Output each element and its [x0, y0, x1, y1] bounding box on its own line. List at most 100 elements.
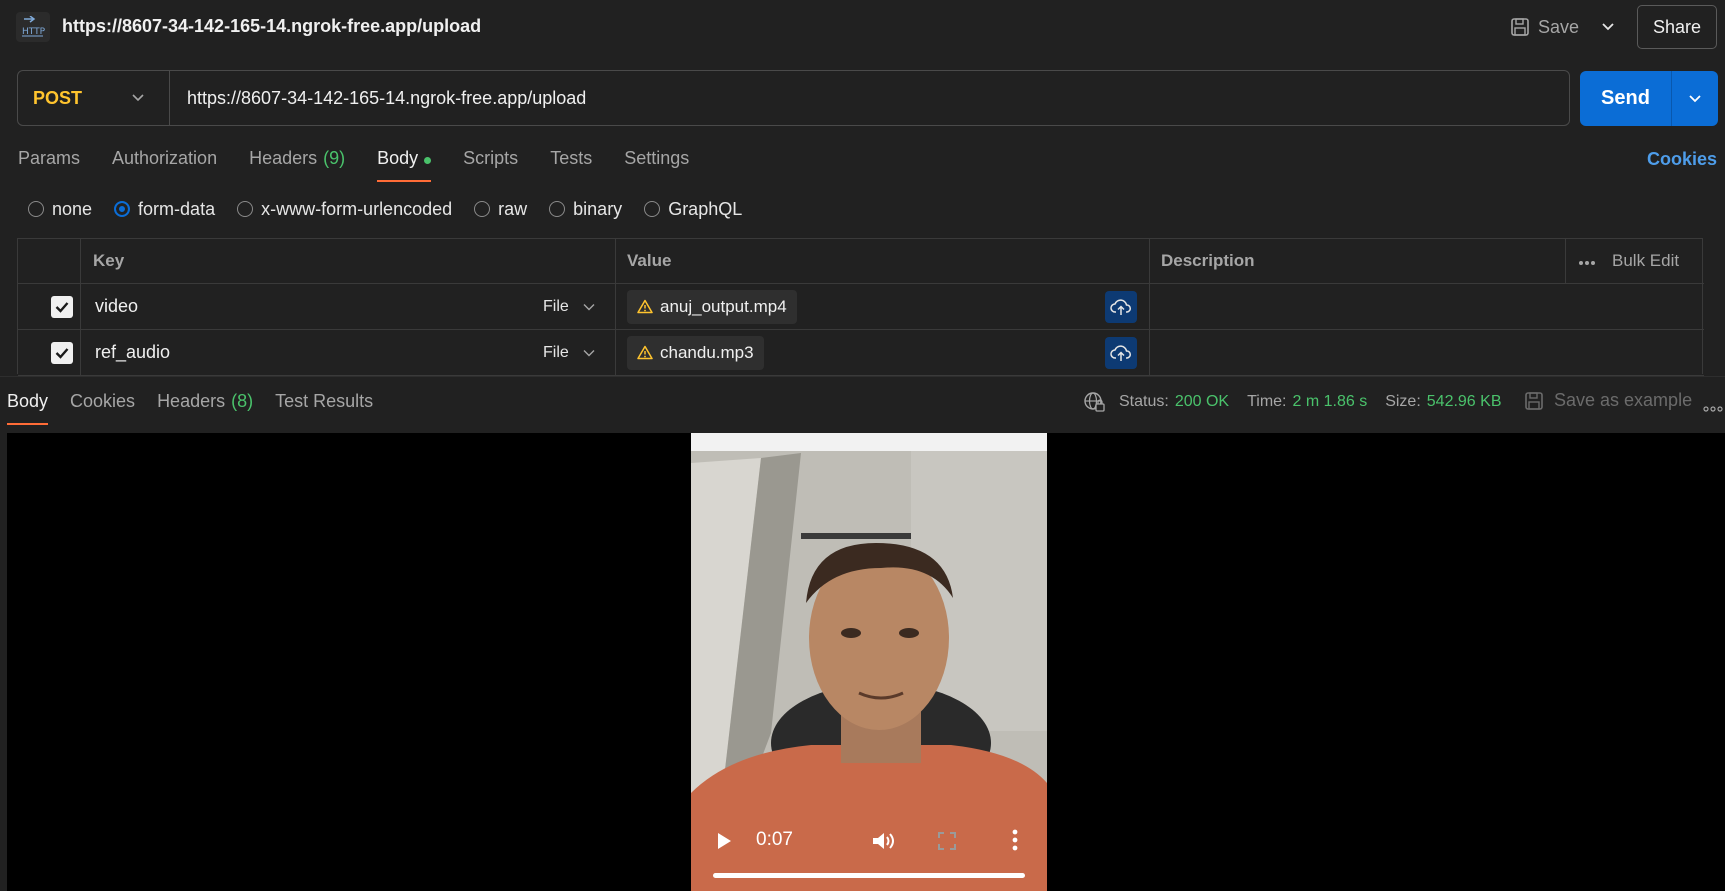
tab-headers[interactable]: Headers (9) [249, 148, 345, 182]
video-controls: 0:07 [691, 811, 1047, 891]
time-label: Time: [1247, 393, 1287, 410]
radio-label: binary [573, 198, 623, 219]
tab-scripts[interactable]: Scripts [463, 148, 518, 182]
tab-label: Settings [624, 148, 690, 168]
http-request-icon: HTTP [16, 12, 50, 42]
radio-raw[interactable]: raw [474, 199, 527, 220]
response-tab-body[interactable]: Body [7, 391, 49, 425]
checkmark-icon [55, 301, 69, 313]
tab-authorization[interactable]: Authorization [112, 148, 217, 182]
column-header-value: Value [627, 251, 672, 270]
request-tabs: Params Authorization Headers (9) Body Scr… [18, 148, 721, 182]
tab-label: Headers [249, 148, 318, 168]
tab-body[interactable]: Body [377, 148, 432, 182]
body-type-options: none form-data x-www-form-urlencoded raw… [28, 197, 764, 221]
video-time: 0:07 [756, 829, 793, 850]
save-icon [1511, 18, 1529, 36]
radio-none[interactable]: none [28, 199, 92, 220]
column-header-key: Key [93, 251, 125, 270]
chevron-down-icon [1602, 23, 1614, 31]
send-button[interactable]: Send [1580, 71, 1672, 126]
status-label: Status: [1119, 393, 1169, 410]
tab-params[interactable]: Params [18, 148, 80, 182]
response-tab-headers[interactable]: Headers (8) [157, 391, 253, 425]
tab-label: Tests [550, 148, 593, 168]
warning-icon [637, 345, 653, 360]
method-select[interactable]: POST [18, 71, 170, 125]
checkmark-icon [55, 347, 69, 359]
file-chip[interactable]: chandu.mp3 [627, 335, 764, 370]
tab-label: Body [7, 391, 49, 411]
value-field[interactable]: anuj_output.mp4 [627, 284, 797, 329]
tab-label: Cookies [70, 391, 136, 411]
save-button[interactable]: Save [1510, 12, 1579, 42]
radio-label: none [52, 198, 93, 219]
radio-urlencoded[interactable]: x-www-form-urlencoded [237, 199, 452, 220]
tab-label: Scripts [463, 148, 519, 168]
video-progress-bar[interactable] [713, 873, 1025, 878]
file-name: anuj_output.mp4 [660, 296, 787, 316]
column-header-description: Description [1161, 251, 1255, 270]
status-value[interactable]: 200 OK [1175, 393, 1229, 411]
type-label: File [543, 343, 569, 361]
type-label: File [543, 297, 569, 315]
type-select[interactable]: File [543, 330, 595, 375]
body-indicator-dot [424, 157, 432, 164]
response-tab-test-results[interactable]: Test Results [275, 391, 373, 425]
key-field[interactable]: ref_audio [95, 330, 170, 375]
more-options-icon[interactable] [1703, 399, 1723, 417]
upload-file-button[interactable] [1105, 284, 1137, 329]
request-title[interactable]: https://8607-34-142-165-14.ngrok-free.ap… [62, 16, 481, 37]
response-meta: Status: 200 OK Time: 2 m 1.86 s Size: 54… [1083, 391, 1520, 413]
upload-file-button[interactable] [1105, 330, 1137, 375]
file-chip[interactable]: anuj_output.mp4 [627, 289, 797, 324]
more-options-icon[interactable] [1578, 251, 1596, 271]
video-player[interactable]: 0:07 [691, 433, 1047, 891]
table-header-row: Key Value Description Bulk Edit [18, 239, 1704, 284]
url-bar: POST https://8607-34-142-165-14.ngrok-fr… [17, 70, 1570, 126]
chevron-down-icon [583, 349, 595, 356]
save-label: Save [1538, 16, 1580, 37]
tab-label: Headers [157, 391, 226, 411]
send-options-button[interactable] [1672, 71, 1718, 126]
fullscreen-icon[interactable] [937, 831, 957, 856]
key-field[interactable]: video [95, 284, 138, 329]
response-tabs: Body Cookies Headers (8) Test Results [7, 391, 395, 425]
type-select[interactable]: File [543, 284, 595, 329]
url-input[interactable]: https://8607-34-142-165-14.ngrok-free.ap… [170, 88, 1569, 109]
play-icon[interactable] [715, 831, 733, 856]
tab-settings[interactable]: Settings [624, 148, 689, 182]
radio-binary[interactable]: binary [549, 199, 622, 220]
cloud-upload-icon [1110, 344, 1131, 361]
cookies-link[interactable]: Cookies [1647, 149, 1717, 170]
headers-count: (8) [231, 391, 254, 411]
chevron-down-icon [583, 303, 595, 310]
response-tab-cookies[interactable]: Cookies [70, 391, 135, 425]
save-options-button[interactable] [1596, 14, 1620, 40]
value-field[interactable]: chandu.mp3 [627, 330, 764, 375]
volume-icon[interactable] [871, 829, 897, 858]
tab-label: Params [18, 148, 81, 168]
row-checkbox[interactable] [51, 284, 73, 329]
radio-graphql[interactable]: GraphQL [644, 199, 742, 220]
tab-label: Body [377, 148, 419, 168]
send-button-group: Send [1580, 71, 1718, 126]
table-row: ref_audio File chandu.mp3 [18, 330, 1704, 376]
chevron-down-icon [132, 94, 144, 102]
radio-label: GraphQL [668, 198, 743, 219]
size-value[interactable]: 542.96 KB [1427, 393, 1502, 411]
radio-form-data[interactable]: form-data [114, 199, 215, 220]
save-icon [1525, 391, 1543, 410]
save-as-example-button[interactable]: Save as example [1524, 390, 1692, 411]
row-checkbox[interactable] [51, 330, 73, 375]
time-value[interactable]: 2 m 1.86 s [1292, 393, 1367, 411]
radio-label: x-www-form-urlencoded [261, 198, 453, 219]
more-vertical-icon[interactable] [1012, 829, 1018, 856]
radio-button [549, 201, 566, 217]
network-globe-icon[interactable] [1083, 391, 1105, 413]
bulk-edit-button[interactable]: Bulk Edit [1612, 251, 1679, 271]
warning-icon [637, 299, 653, 314]
tab-tests[interactable]: Tests [550, 148, 592, 182]
radio-button [237, 201, 254, 217]
share-button[interactable]: Share [1637, 5, 1717, 49]
